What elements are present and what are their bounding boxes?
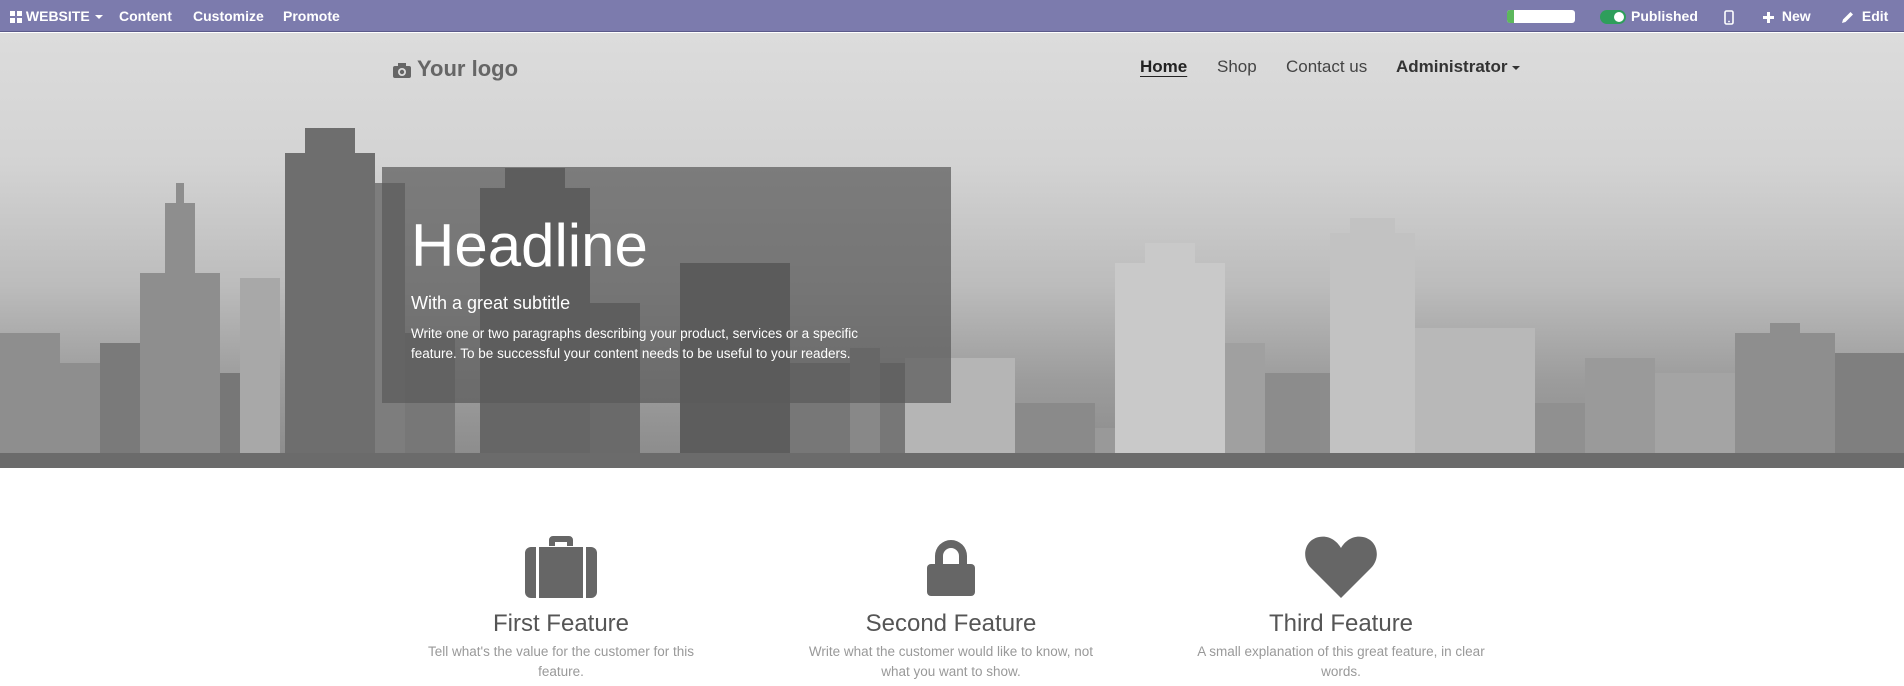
promote-menu[interactable]: Promote	[283, 0, 340, 32]
feature-description: Tell what's the value for the customer f…	[428, 644, 694, 679]
headline-box: Headline With a great subtitle Write one…	[382, 167, 951, 403]
subtitle: With a great subtitle	[411, 293, 571, 313]
website-menu-label: WEBSITE	[25, 8, 90, 24]
headline: Headline	[411, 212, 648, 279]
nav-contact-us[interactable]: Contact us	[1286, 57, 1367, 77]
hero-paragraph: Write one or two paragraphs describing y…	[411, 326, 858, 361]
feature-title: Third Feature	[1268, 610, 1414, 637]
content-menu[interactable]: Content	[119, 0, 172, 32]
progress-fill	[1507, 10, 1514, 23]
feature-second: Second Feature Write what the customer w…	[801, 535, 1101, 682]
published-label: Published	[1631, 8, 1698, 24]
publish-toggle[interactable]: Published	[1600, 0, 1698, 32]
website-menu[interactable]: WEBSITE	[10, 0, 103, 32]
apps-icon	[10, 11, 22, 24]
lock-icon	[927, 540, 975, 596]
briefcase-icon	[525, 536, 597, 598]
feature-third: Third Feature A small explanation of thi…	[1191, 535, 1491, 682]
feature-description: Write what the customer would like to kn…	[808, 644, 1094, 679]
camera-icon	[393, 63, 411, 78]
pencil-icon	[1842, 12, 1853, 24]
city-skyline-image	[0, 128, 1904, 468]
site-logo[interactable]: Your logo	[393, 56, 518, 82]
new-button[interactable]: New	[1763, 0, 1811, 32]
feature-title: First Feature	[492, 610, 630, 637]
mobile-icon	[1724, 9, 1734, 25]
hero-banner: Your logo Home Shop Contact us Administr…	[0, 33, 1904, 468]
nav-administrator-label: Administrator	[1396, 57, 1508, 76]
mobile-preview-button[interactable]	[1724, 0, 1734, 32]
feature-title: Second Feature	[865, 610, 1037, 637]
heart-icon	[1305, 536, 1377, 598]
toggle-switch-icon	[1600, 10, 1626, 25]
feature-first: First Feature Tell what's the value for …	[411, 535, 711, 682]
logo-text: Your logo	[417, 56, 519, 81]
chevron-down-icon	[1512, 65, 1521, 70]
nav-home[interactable]: Home	[1140, 57, 1187, 77]
progress-bar	[1507, 10, 1575, 23]
chevron-down-icon	[94, 15, 103, 20]
feature-description: A small explanation of this great featur…	[1197, 644, 1485, 679]
plus-icon	[1763, 11, 1774, 23]
nav-shop[interactable]: Shop	[1217, 57, 1257, 77]
customize-menu[interactable]: Customize	[193, 0, 264, 32]
new-label: New	[1781, 8, 1811, 24]
nav-administrator[interactable]: Administrator	[1396, 57, 1521, 77]
edit-button[interactable]: Edit	[1842, 0, 1888, 32]
website-admin-bar: WEBSITE Content Customize Promote Publis…	[0, 0, 1904, 32]
edit-label: Edit	[1861, 8, 1889, 24]
